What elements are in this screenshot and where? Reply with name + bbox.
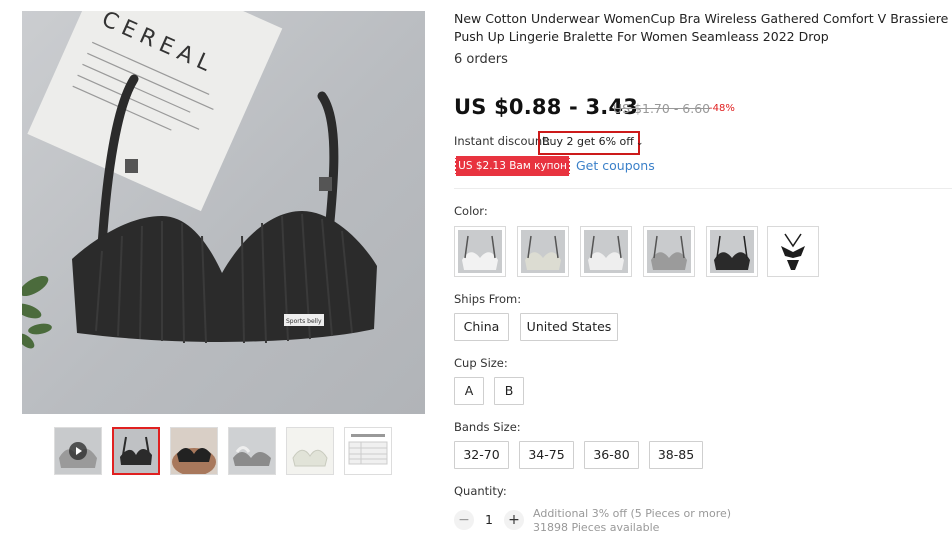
quantity-decrease-button[interactable]: −: [454, 510, 474, 530]
leaf-decoration: [22, 275, 52, 349]
stock-available-note: 31898 Pieces available: [533, 521, 660, 534]
color-swatch-white-image: [458, 230, 502, 273]
thumbnail-size-chart[interactable]: [344, 427, 392, 475]
get-coupons-link[interactable]: Get coupons: [576, 158, 655, 173]
ships-from-label: Ships From:: [454, 292, 522, 306]
thumbnail-grey-bras[interactable]: [228, 427, 276, 475]
brand-tag-text: Sports belly: [286, 318, 322, 325]
thumbnail-size-chart-image: [345, 428, 391, 474]
color-swatch-light-grey[interactable]: [580, 226, 632, 277]
quantity-increase-button[interactable]: +: [504, 510, 524, 530]
coupon-badge[interactable]: US $2.13 Вам купон: [454, 156, 571, 176]
cup-size-a[interactable]: A: [454, 377, 484, 405]
color-swatch-white[interactable]: [454, 226, 506, 277]
color-swatch-grey[interactable]: [643, 226, 695, 277]
color-swatch-light-grey-image: [584, 230, 628, 273]
strap-buckle-right: [319, 177, 332, 191]
discount-percent-badge: -48%: [709, 103, 735, 114]
order-count: 6 orders: [454, 52, 508, 67]
cup-size-b[interactable]: B: [494, 377, 524, 405]
thumbnail-video[interactable]: [54, 427, 102, 475]
thumbnail-grey-bras-image: [229, 428, 275, 474]
color-swatch-black[interactable]: [706, 226, 758, 277]
product-title: New Cotton Underwear WomenCup Bra Wirele…: [454, 11, 949, 44]
bands-size-38-85[interactable]: 38-85: [649, 441, 703, 469]
play-icon: [69, 442, 87, 460]
paper-card: CEREAL: [27, 11, 283, 212]
instant-discount-dropdown[interactable]: Buy 2 get 6% off ⌄: [538, 131, 643, 155]
instant-discount-label: Instant discount:: [454, 134, 551, 148]
color-label: Color:: [454, 204, 488, 218]
thumbnail-strip: [54, 427, 392, 475]
strap-buckle-left: [125, 159, 138, 173]
color-swatch-beige[interactable]: [517, 226, 569, 277]
original-price: US $1.70 - 6.60: [613, 101, 711, 116]
bulk-discount-note: Additional 3% off (5 Pieces or more): [533, 507, 732, 520]
section-divider: [454, 188, 952, 189]
thumbnail-model-image: [171, 428, 217, 474]
main-product-image[interactable]: CEREAL Sports belly: [22, 11, 425, 414]
ships-from-united-states[interactable]: United States: [520, 313, 618, 341]
quantity-value[interactable]: 1: [485, 512, 493, 527]
instant-discount-offer: Buy 2 get 6% off: [542, 135, 634, 148]
thumbnail-white-bra[interactable]: [286, 427, 334, 475]
color-swatch-grey-image: [647, 230, 691, 273]
color-swatch-halter-black-image: [771, 230, 815, 273]
thumbnail-white-bra-image: [287, 428, 333, 474]
bands-size-label: Bands Size:: [454, 420, 521, 434]
ships-from-china[interactable]: China: [454, 313, 509, 341]
quantity-note: Additional 3% off (5 Pieces or more) 318…: [533, 507, 731, 535]
product-photo-illustration: CEREAL Sports belly: [22, 11, 377, 349]
chevron-down-icon: ⌄: [635, 138, 644, 148]
color-swatch-black-image: [710, 230, 754, 273]
color-swatch-halter-black[interactable]: [767, 226, 819, 277]
thumbnail-black-bra[interactable]: [112, 427, 160, 475]
current-price: US $0.88 - 3.43: [454, 95, 639, 119]
bands-size-32-70[interactable]: 32-70: [454, 441, 509, 469]
bands-size-34-75[interactable]: 34-75: [519, 441, 574, 469]
color-swatch-beige-image: [521, 230, 565, 273]
quantity-label: Quantity:: [454, 484, 507, 498]
thumbnail-black-bra-image: [114, 429, 158, 473]
bands-size-36-80[interactable]: 36-80: [584, 441, 639, 469]
cup-size-label: Cup Size:: [454, 356, 508, 370]
thumbnail-model[interactable]: [170, 427, 218, 475]
